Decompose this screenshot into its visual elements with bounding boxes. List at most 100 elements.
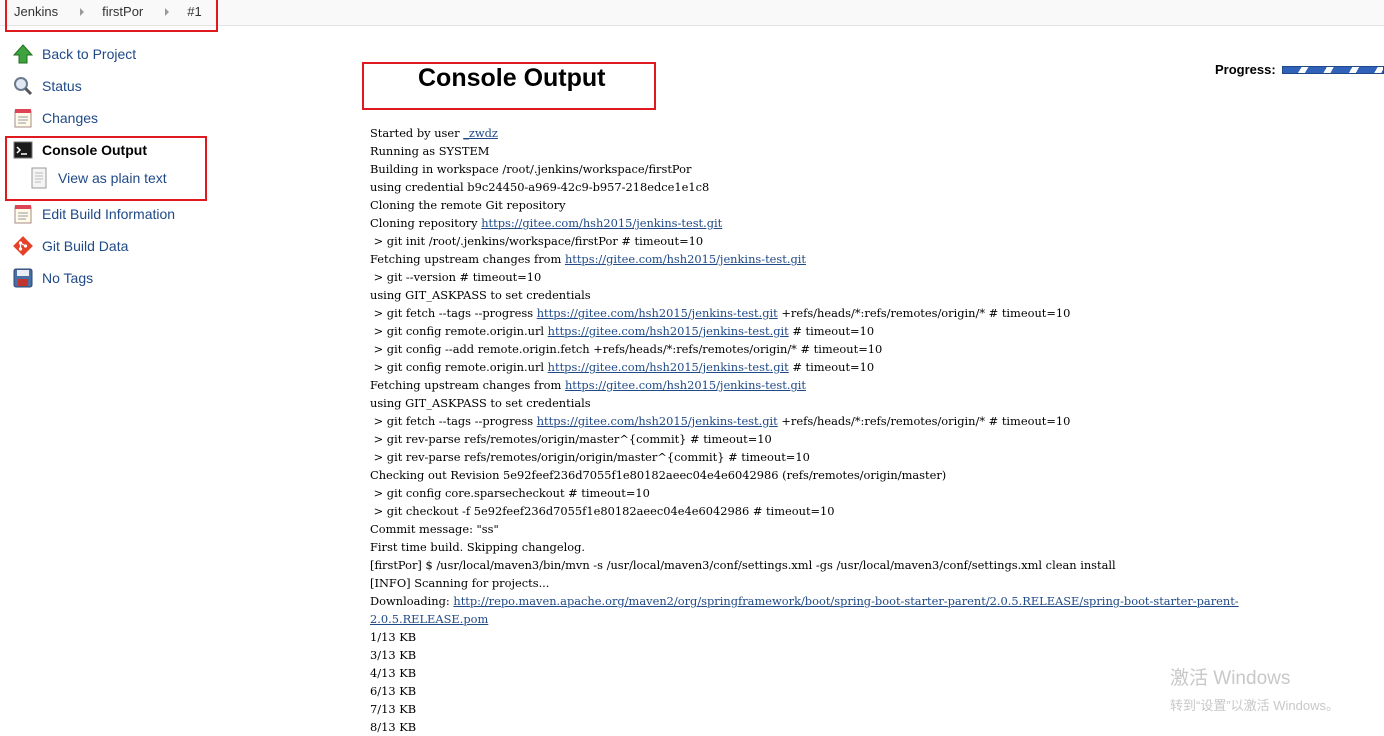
console-link[interactable]: https://gitee.com/hsh2015/jenkins-test.g… [481, 216, 722, 230]
console-line: using GIT_ASKPASS to set credentials [370, 394, 1320, 412]
progress-indicator: Progress: [1215, 62, 1384, 77]
console-line: Building in workspace /root/.jenkins/wor… [370, 160, 1320, 178]
console-text: +refs/heads/*:refs/remotes/origin/* # ti… [777, 414, 1071, 428]
console-line: Checking out Revision 5e92feef236d7055f1… [370, 466, 1320, 484]
console-text: Downloading: [370, 594, 454, 608]
console-link[interactable]: _zwdz [463, 126, 498, 140]
console-line: Commit message: "ss" [370, 520, 1320, 538]
console-line: > git config remote.origin.url https://g… [370, 322, 1320, 340]
console-line: > git config --add remote.origin.fetch +… [370, 340, 1320, 358]
console-line: > git rev-parse refs/remotes/origin/orig… [370, 448, 1320, 466]
console-text: # timeout=10 [788, 360, 875, 374]
sidebar-item-back-to-project[interactable]: Back to Project [12, 42, 136, 66]
console-link[interactable]: https://gitee.com/hsh2015/jenkins-test.g… [537, 414, 778, 428]
console-text: > git fetch --tags --progress [370, 414, 537, 428]
console-line: [INFO] Scanning for projects... [370, 574, 1320, 592]
console-line: Running as SYSTEM [370, 142, 1320, 160]
console-text: > git config core.sparsecheckout # timeo… [370, 486, 650, 500]
sidebar-item-git-build-data[interactable]: Git Build Data [12, 234, 128, 258]
console-text: > git fetch --tags --progress [370, 306, 537, 320]
sidebar-item-label: No Tags [42, 270, 94, 286]
save-icon [12, 267, 34, 289]
console-text: > git rev-parse refs/remotes/origin/orig… [370, 450, 810, 464]
watermark-subtitle: 转到“设置”以激活 Windows。 [1170, 698, 1340, 713]
console-line: using GIT_ASKPASS to set credentials [370, 286, 1320, 304]
progress-bar [1281, 65, 1384, 74]
console-text: using GIT_ASKPASS to set credentials [370, 396, 591, 410]
console-text: Fetching upstream changes from [370, 378, 565, 392]
console-line: > git config core.sparsecheckout # timeo… [370, 484, 1320, 502]
watermark-title: 激活 Windows [1170, 668, 1291, 689]
git-icon [12, 235, 34, 257]
console-line: > git init /root/.jenkins/workspace/firs… [370, 232, 1320, 250]
console-line: Fetching upstream changes from https://g… [370, 250, 1320, 268]
console-line: 1/13 KB [370, 628, 1320, 646]
sidebar-item-label: Git Build Data [42, 238, 129, 254]
console-link[interactable]: https://gitee.com/hsh2015/jenkins-test.g… [565, 378, 806, 392]
console-link[interactable]: https://gitee.com/hsh2015/jenkins-test.g… [565, 252, 806, 266]
console-text: Fetching upstream changes from [370, 252, 565, 266]
progress-label: Progress: [1215, 62, 1276, 77]
console-line: First time build. Skipping changelog. [370, 538, 1320, 556]
console-text: > git config remote.origin.url [370, 324, 548, 338]
console-text: > git config --add remote.origin.fetch +… [370, 342, 883, 356]
sidebar-item-edit-build-information[interactable]: Edit Build Information [12, 202, 175, 226]
sidebar-item-label: Edit Build Information [42, 206, 176, 222]
console-text: Cloning repository [370, 216, 482, 230]
console-line: [firstPor] $ /usr/local/maven3/bin/mvn -… [370, 556, 1320, 574]
console-text: # timeout=10 [788, 324, 875, 338]
sidebar-item-status[interactable]: Status [12, 74, 82, 98]
console-line: > git --version # timeout=10 [370, 268, 1320, 286]
console-text: > git init /root/.jenkins/workspace/firs… [370, 234, 704, 248]
console-line: Cloning the remote Git repository [370, 196, 1320, 214]
console-line: > git rev-parse refs/remotes/origin/mast… [370, 430, 1320, 448]
windows-activation-watermark: 激活 Windows 转到“设置”以激活 Windows。 [1170, 663, 1339, 714]
console-link[interactable]: https://gitee.com/hsh2015/jenkins-test.g… [548, 360, 789, 374]
notepad-icon [12, 203, 34, 225]
console-line: using credential b9c24450-a969-42c9-b957… [370, 178, 1320, 196]
console-text: [firstPor] $ /usr/local/maven3/bin/mvn -… [370, 558, 1116, 572]
console-link[interactable]: https://gitee.com/hsh2015/jenkins-test.g… [537, 306, 778, 320]
console-text: > git --version # timeout=10 [370, 270, 542, 284]
console-text: Checking out Revision 5e92feef236d7055f1… [370, 468, 947, 482]
sidebar-item-label: Changes [42, 110, 99, 126]
console-text: 3/13 KB [370, 648, 417, 662]
console-text: Commit message: "ss" [370, 522, 499, 536]
highlight-box-breadcrumb [5, 0, 218, 32]
console-line: > git fetch --tags --progress https://gi… [370, 412, 1320, 430]
console-line: Fetching upstream changes from https://g… [370, 376, 1320, 394]
sidebar-item-no-tags[interactable]: No Tags [12, 266, 93, 290]
console-output-text: Started by user _zwdz Running as SYSTEM Bu… [370, 124, 1320, 736]
console-text: > git config remote.origin.url [370, 360, 548, 374]
highlight-box-console-output [5, 136, 207, 201]
console-text: 7/13 KB [370, 702, 417, 716]
console-text: 1/13 KB [370, 630, 417, 644]
console-line: Downloading: http://repo.maven.apache.or… [370, 592, 1320, 628]
magnifier-icon [12, 75, 34, 97]
console-line: 8/13 KB [370, 718, 1320, 736]
console-text: First time build. Skipping changelog. [370, 540, 585, 554]
sidebar-item-label: Status [42, 78, 82, 94]
console-link[interactable]: https://gitee.com/hsh2015/jenkins-test.g… [548, 324, 789, 338]
sidebar-item-changes[interactable]: Changes [12, 106, 98, 130]
console-text: Started by user [370, 126, 464, 140]
up-arrow-icon [12, 43, 34, 65]
console-line: 3/13 KB [370, 646, 1320, 664]
console-text: 6/13 KB [370, 684, 417, 698]
console-text: using credential b9c24450-a969-42c9-b957… [370, 180, 710, 194]
console-link[interactable]: http://repo.maven.apache.org/maven2/org/… [370, 594, 1239, 626]
console-text: > git checkout -f 5e92feef236d7055f1e801… [370, 504, 835, 518]
console-line: Cloning repository https://gitee.com/hsh… [370, 214, 1320, 232]
sidebar-item-label: Back to Project [42, 46, 137, 62]
console-text: [INFO] Scanning for projects... [370, 576, 550, 590]
console-text: Building in workspace /root/.jenkins/wor… [370, 162, 692, 176]
console-line: > git fetch --tags --progress https://gi… [370, 304, 1320, 322]
notepad-icon [12, 107, 34, 129]
console-text: Cloning the remote Git repository [370, 198, 566, 212]
console-line: Started by user _zwdz [370, 124, 1320, 142]
console-line: > git checkout -f 5e92feef236d7055f1e801… [370, 502, 1320, 520]
console-line: > git config remote.origin.url https://g… [370, 358, 1320, 376]
console-text: using GIT_ASKPASS to set credentials [370, 288, 591, 302]
console-text: +refs/heads/*:refs/remotes/origin/* # ti… [777, 306, 1071, 320]
console-text: 4/13 KB [370, 666, 417, 680]
